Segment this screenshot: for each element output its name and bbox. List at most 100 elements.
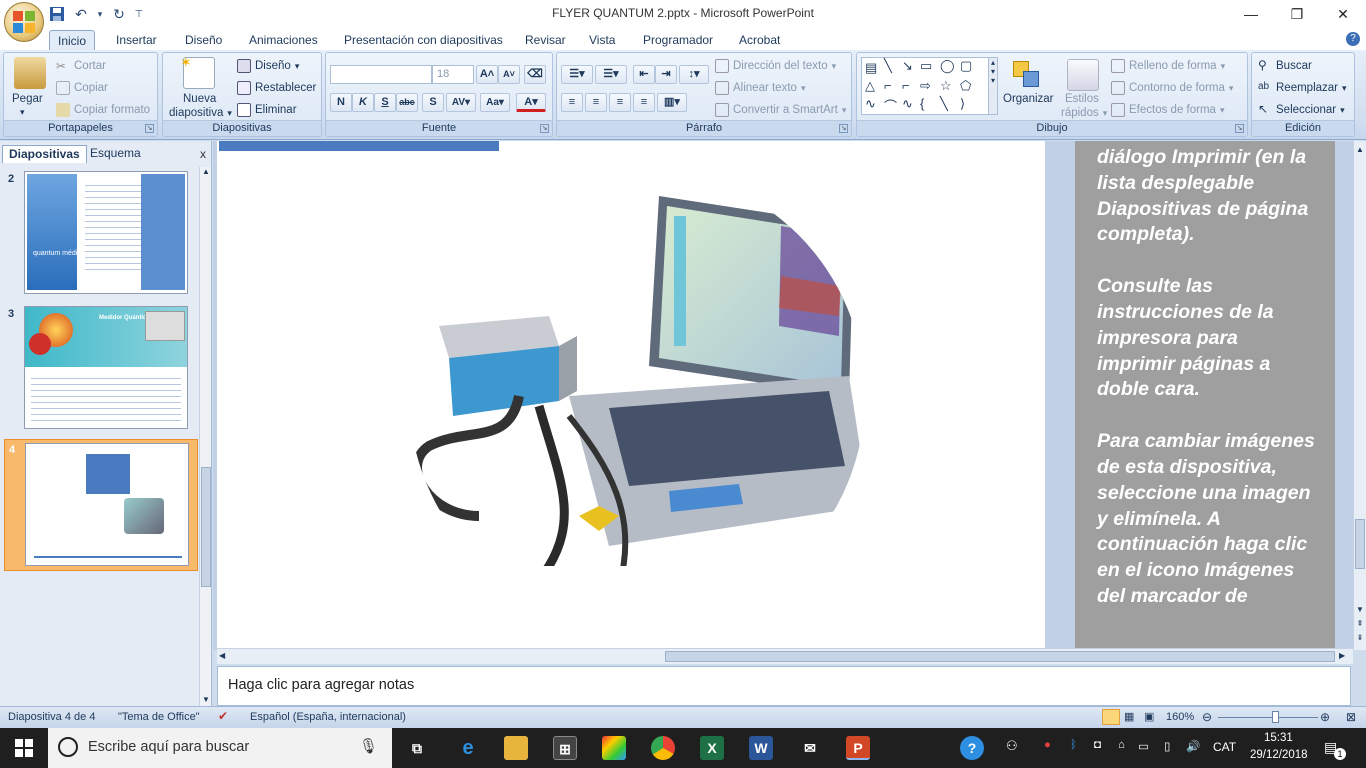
start-button[interactable] — [0, 728, 48, 768]
edge-icon[interactable]: e — [456, 736, 480, 760]
powerpoint-icon[interactable]: P — [846, 736, 870, 760]
tab-outline[interactable]: Esquema — [84, 145, 147, 163]
brace-shape-icon[interactable]: { — [920, 96, 924, 111]
tab-slides[interactable]: Diapositivas — [2, 145, 87, 163]
underline-icon[interactable]: S — [374, 93, 396, 112]
scroll-thumb[interactable] — [201, 467, 211, 587]
input-language[interactable]: CAT — [1213, 740, 1236, 754]
slide-vertical-scrollbar[interactable]: ▲ ▼ ⇞ ⇟ — [1353, 141, 1366, 650]
previous-slide-icon[interactable]: ⇞ — [1354, 619, 1366, 628]
arc-shape-icon[interactable]: ⌒ — [884, 96, 897, 115]
sidebar-paragraph-2[interactable]: Consulte las instrucciones de la impreso… — [1097, 274, 1315, 403]
display-icon[interactable]: ▭ — [1138, 739, 1149, 753]
dialog-launcher-icon[interactable]: ↘ — [145, 124, 154, 133]
line-shape-icon[interactable]: ╲ — [884, 58, 892, 74]
notes-pane[interactable]: Haga clic para agregar notas — [217, 666, 1351, 706]
next-slide-icon[interactable]: ⇟ — [1354, 633, 1366, 642]
paste-dropdown-icon[interactable]: ▾ — [20, 107, 25, 118]
zoom-slider-thumb[interactable] — [1272, 711, 1279, 723]
block-arrow-shape-icon[interactable]: ⇨ — [920, 78, 931, 94]
people-icon[interactable]: ⚇ — [1006, 738, 1018, 754]
shape-effects-button[interactable]: Efectos de forma ▾ — [1111, 103, 1224, 117]
qat-dropdown-icon[interactable]: ⊤ — [134, 5, 144, 23]
smartart-button[interactable]: Convertir a SmartArt ▾ — [715, 103, 846, 117]
shapes-gallery[interactable]: ▤ ╲ ↘ ▭ ◯ ▢ △ ⌐ ⌐ ⇨ ☆ ⬠ ∿ ⌒ ∿ { ╲ ⟩ — [861, 57, 989, 115]
slide-sorter-icon[interactable]: ▦ — [1124, 710, 1134, 723]
rounded-rect-shape-icon[interactable]: ▢ — [960, 58, 972, 74]
align-right-icon[interactable]: ≡ — [609, 93, 631, 112]
slide-canvas[interactable] — [217, 141, 1045, 650]
clear-format-icon[interactable]: ⌫ — [524, 65, 546, 84]
oval-shape-icon[interactable]: ◯ — [940, 58, 955, 74]
zoom-out-icon[interactable]: ⊖ — [1202, 710, 1212, 724]
find-button[interactable]: ⚲ Buscar — [1258, 59, 1312, 73]
scroll-thumb[interactable] — [665, 651, 1335, 662]
tab-acrobat[interactable]: Acrobat — [731, 30, 788, 50]
notes-placeholder[interactable]: Haga clic para agregar notas — [228, 677, 414, 693]
slide-thumbnail-4[interactable]: 4 — [4, 439, 198, 571]
dialog-launcher-icon[interactable]: ↘ — [839, 124, 848, 133]
customize-qat-icon[interactable]: ▾ — [96, 5, 104, 23]
sidebar-paragraph-3[interactable]: Para cambiar imágenes de esta dispositiv… — [1097, 429, 1315, 610]
shape-fill-button[interactable]: Relleno de forma ▾ — [1111, 59, 1225, 73]
slide-thumbnail-3[interactable]: 3 Medidor Quántico — [4, 304, 198, 436]
bracket-shape-icon[interactable]: ⟩ — [960, 96, 965, 112]
text-direction-button[interactable]: Dirección del texto ▾ — [715, 59, 836, 73]
photos-app-icon[interactable] — [602, 736, 626, 760]
line-spacing-icon[interactable]: ↕▾ — [679, 65, 709, 84]
store-icon[interactable]: ⊞ — [553, 736, 577, 760]
font-name-combo[interactable] — [330, 65, 432, 84]
new-slide-label-1[interactable]: Nueva — [183, 93, 216, 105]
quick-styles-label-1[interactable]: Estilos — [1065, 93, 1099, 105]
excel-icon[interactable]: X — [700, 736, 724, 760]
grow-font-icon[interactable]: A˄ — [476, 65, 498, 84]
justify-icon[interactable]: ≡ — [633, 93, 655, 112]
bluetooth-icon[interactable]: ᛒ — [1070, 739, 1077, 751]
scroll-left-icon[interactable]: ◀ — [219, 651, 225, 660]
zoom-in-icon[interactable]: ⊕ — [1320, 710, 1330, 724]
copy-button[interactable]: Copiar — [56, 81, 108, 95]
sidebar-textbox[interactable]: diálogo Imprimir (en la lista desplegabl… — [1075, 141, 1335, 650]
save-icon[interactable] — [48, 5, 66, 23]
dialog-launcher-icon[interactable]: ↘ — [540, 124, 549, 133]
quantum-device-image[interactable] — [409, 186, 869, 626]
font-size-combo[interactable]: 18 — [432, 65, 474, 84]
curve-shape-icon[interactable]: ∿ — [865, 96, 876, 112]
decrease-indent-icon[interactable]: ⇤ — [633, 65, 655, 84]
file-explorer-icon[interactable] — [504, 736, 528, 760]
arrow-shape-icon[interactable]: ↘ — [902, 58, 913, 74]
tab-animaciones[interactable]: Animaciones — [241, 30, 326, 50]
undo-icon[interactable]: ↶ — [72, 5, 90, 23]
align-text-button[interactable]: Alinear texto ▾ — [715, 81, 805, 95]
paste-button[interactable]: Pegar — [12, 93, 43, 105]
tab-insertar[interactable]: Insertar — [108, 30, 165, 50]
rectangle-shape-icon[interactable]: ▭ — [920, 58, 932, 74]
tab-diseno[interactable]: Diseño — [177, 30, 230, 50]
wave-shape-icon[interactable]: ∿ — [902, 96, 913, 112]
language[interactable]: Español (España, internacional) — [250, 711, 406, 723]
spellcheck-icon[interactable]: ✔ — [218, 709, 228, 723]
minimize-button[interactable]: — — [1228, 0, 1274, 28]
tab-presentacion[interactable]: Presentación con diapositivas — [336, 30, 511, 50]
task-view-icon[interactable]: ⧉ — [405, 736, 429, 760]
clock-date[interactable]: 29/12/2018 — [1250, 749, 1308, 761]
slides-pane-scrollbar[interactable]: ▲ ▼ — [199, 167, 211, 706]
shadow-icon[interactable]: S — [422, 93, 444, 112]
sidebar-paragraph-1[interactable]: diálogo Imprimir (en la lista desplegabl… — [1097, 145, 1315, 248]
volume-icon[interactable]: 🔊 — [1186, 739, 1200, 753]
strikethrough-icon[interactable]: abc — [396, 93, 418, 112]
columns-icon[interactable]: ▥▾ — [657, 93, 687, 112]
shrink-font-icon[interactable]: A˅ — [498, 65, 520, 84]
textbox-shape-icon[interactable]: ▤ — [865, 60, 877, 76]
diagonal-shape-icon[interactable]: ╲ — [940, 96, 948, 112]
shapes-scroll[interactable]: ▴ ▾ ▾ — [988, 57, 998, 115]
layout-button[interactable]: Diseño ▾ — [237, 59, 299, 73]
tab-vista[interactable]: Vista — [581, 30, 623, 50]
word-icon[interactable]: W — [749, 736, 773, 760]
scroll-right-icon[interactable]: ▶ — [1339, 651, 1345, 660]
scroll-thumb[interactable] — [1355, 519, 1365, 569]
help-icon[interactable]: ? — [1346, 32, 1360, 46]
taskbar-search[interactable]: Escribe aquí para buscar 🎙 — [48, 728, 392, 768]
cut-button[interactable]: ✂ Cortar — [56, 59, 106, 73]
normal-view-icon[interactable] — [1102, 709, 1120, 725]
